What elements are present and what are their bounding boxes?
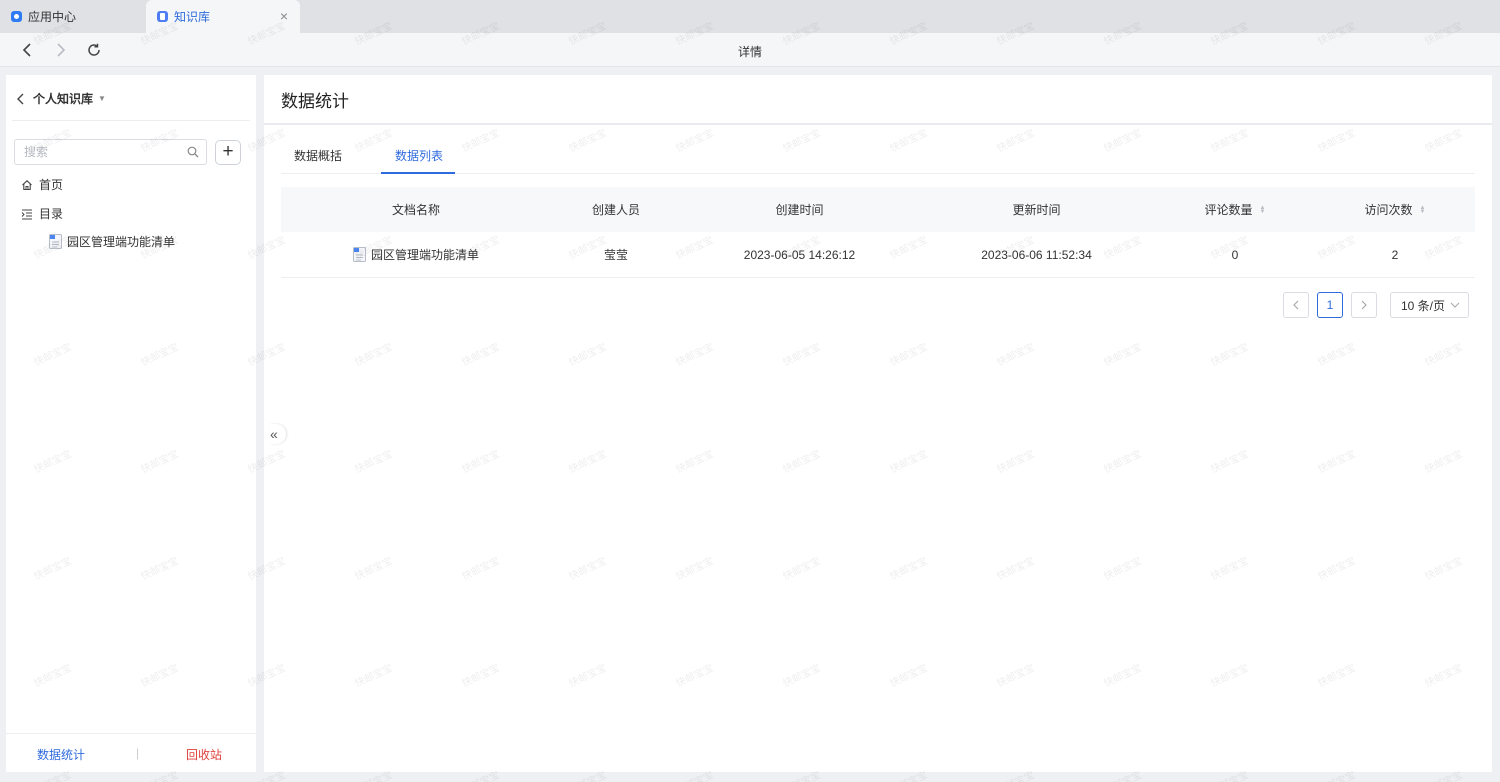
tab-label: 知识库 bbox=[174, 10, 211, 24]
sidebar-item-home[interactable]: 首页 bbox=[21, 176, 63, 193]
column-header-creator: 创建人员 bbox=[591, 203, 640, 217]
tab-label: 应用中心 bbox=[28, 10, 77, 24]
doc-name: 园区管理端功能清单 bbox=[370, 248, 479, 262]
knowledge-icon bbox=[157, 11, 168, 22]
kb-name: 个人知识库 bbox=[33, 92, 94, 106]
next-page-button[interactable] bbox=[1351, 292, 1377, 318]
divider bbox=[264, 123, 1492, 125]
recycle-bin-link[interactable]: 回收站 bbox=[186, 746, 222, 763]
page-title: 详情 bbox=[737, 45, 762, 59]
table-header: 文档名称 创建人员 创建时间 更新时间 评论数量 ▲ ▼ 访问次数 ▲ ▼ bbox=[281, 187, 1475, 232]
active-tab-indicator bbox=[381, 172, 455, 174]
column-header-created: 创建时间 bbox=[775, 203, 824, 217]
home-icon bbox=[21, 179, 33, 191]
sidebar-footer: 数据统计 | 回收站 bbox=[6, 733, 256, 772]
document-icon bbox=[352, 247, 366, 262]
doc-link[interactable]: 园区管理端功能清单 bbox=[352, 246, 479, 263]
cell-comments: 0 bbox=[1231, 247, 1239, 262]
column-header-updated: 更新时间 bbox=[1012, 203, 1061, 217]
main-title: 数据统计 bbox=[281, 92, 349, 111]
caret-down-icon: ▼ bbox=[98, 94, 106, 103]
app-icon bbox=[11, 11, 22, 22]
stats-tabs: 数据概括 数据列表 bbox=[281, 136, 1475, 174]
browser-tab-app-center[interactable]: 应用中心 bbox=[0, 0, 146, 33]
browser-tab-knowledge-base[interactable]: 知识库 × bbox=[146, 0, 300, 33]
column-header-label: 评论数量 bbox=[1204, 203, 1253, 217]
tab-data-list[interactable]: 数据列表 bbox=[395, 147, 443, 164]
prev-page-button[interactable] bbox=[1283, 292, 1309, 318]
close-icon[interactable]: × bbox=[280, 9, 288, 23]
column-header-doc-name: 文档名称 bbox=[391, 203, 440, 217]
chevron-left-icon bbox=[1293, 300, 1299, 310]
cell-created: 2023-06-05 14:26:12 bbox=[743, 247, 856, 262]
page-size-value: 10 条/页 bbox=[1401, 298, 1446, 313]
doc-tree-label: 园区管理端功能清单 bbox=[67, 235, 176, 249]
kb-switcher[interactable]: 个人知识库 ▼ bbox=[16, 90, 106, 107]
chevron-right-icon bbox=[1361, 300, 1367, 310]
data-stats-link[interactable]: 数据统计 bbox=[37, 746, 85, 763]
sort-icon[interactable]: ▲ ▼ bbox=[1260, 205, 1266, 215]
tab-data-overview[interactable]: 数据概括 bbox=[294, 147, 342, 164]
main-panel: 数据统计 数据概括 数据列表 文档名称 创建人员 创建时间 更新时间 评论数量 … bbox=[264, 75, 1492, 772]
page-number-button[interactable]: 1 bbox=[1317, 292, 1343, 318]
sidebar-item-label: 首页 bbox=[39, 178, 64, 192]
column-header-label: 访问次数 bbox=[1364, 203, 1413, 217]
add-button[interactable]: + bbox=[215, 140, 241, 165]
sidebar-item-label: 目录 bbox=[39, 207, 64, 221]
sidebar-item-directory[interactable]: 目录 bbox=[21, 205, 63, 222]
column-header-visits[interactable]: 访问次数 ▲ ▼ bbox=[1315, 187, 1475, 232]
data-table: 文档名称 创建人员 创建时间 更新时间 评论数量 ▲ ▼ 访问次数 ▲ ▼ 园区管理… bbox=[281, 187, 1475, 278]
footer-separator: | bbox=[136, 746, 140, 760]
cell-doc-name: 园区管理端功能清单 bbox=[281, 232, 551, 277]
chevron-left-icon bbox=[17, 93, 24, 104]
document-icon bbox=[49, 234, 62, 249]
table-row[interactable]: 园区管理端功能清单 莹莹 2023-06-05 14:26:12 2023-06… bbox=[281, 232, 1475, 278]
browser-nav-bar: 详情 bbox=[0, 33, 1500, 67]
list-icon bbox=[21, 208, 33, 220]
cell-updated: 2023-06-06 11:52:34 bbox=[981, 247, 1092, 262]
column-header-comments[interactable]: 评论数量 ▲ ▼ bbox=[1155, 187, 1315, 232]
sidebar: 个人知识库 ▼ + 首页 目录 园区管理端功能清单 数据统计 | 回收站 bbox=[6, 75, 256, 772]
cell-creator: 莹莹 bbox=[603, 248, 628, 262]
chevron-down-icon bbox=[1450, 302, 1460, 308]
sort-icon[interactable]: ▲ ▼ bbox=[1420, 205, 1426, 215]
page-size-select[interactable]: 10 条/页 bbox=[1390, 292, 1469, 318]
search-input[interactable] bbox=[15, 145, 180, 159]
search-box bbox=[14, 139, 207, 165]
search-icon[interactable] bbox=[180, 146, 206, 158]
doc-tree-item[interactable]: 园区管理端功能清单 bbox=[49, 233, 175, 250]
browser-tab-bar: 应用中心 知识库 × bbox=[0, 0, 1500, 33]
divider bbox=[12, 120, 250, 121]
cell-visits: 2 bbox=[1391, 247, 1399, 262]
